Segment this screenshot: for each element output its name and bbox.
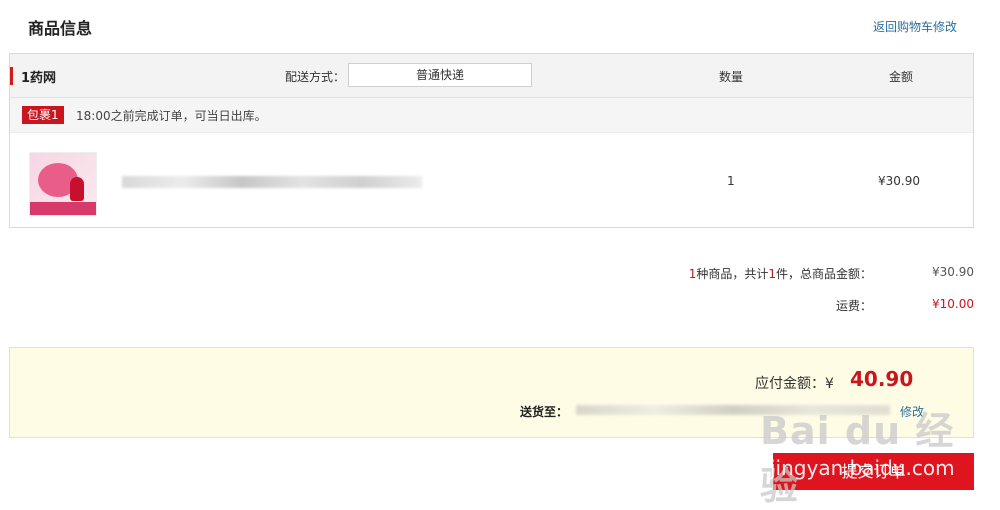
summary-count: 1种商品，共计1件，总商品金额：: [689, 265, 872, 282]
submit-order-button[interactable]: 提交订单: [773, 453, 974, 490]
ship-to-address-obscured: [576, 405, 890, 415]
item-price: ¥30.90: [878, 174, 920, 188]
shipping-method-select[interactable]: 普通快递: [348, 63, 532, 87]
product-image-band: [30, 202, 96, 215]
edit-address-link[interactable]: 修改: [900, 403, 924, 420]
package-badge: 包裹1: [22, 106, 64, 124]
summary-count-tail: 件，总商品金额：: [775, 267, 872, 281]
payable-label: 应付金额：¥: [755, 376, 834, 392]
payable-amount: 40.90: [850, 367, 914, 391]
amount-column-header: 金额: [889, 70, 914, 84]
summary-piece-count: 1: [768, 267, 776, 281]
package-row: 包裹1 18:00之前完成订单，可当日出库。: [10, 98, 973, 133]
order-box-header: 1药网 配送方式： 普通快递 数量 金额: [10, 54, 973, 98]
shipping-method-label: 配送方式：: [285, 70, 346, 84]
product-name-obscured[interactable]: [122, 176, 422, 188]
page-title: 商品信息: [28, 19, 93, 38]
summary-count-mid: 种商品，共计: [696, 267, 769, 281]
order-box: 1药网 配送方式： 普通快递 数量 金额 包裹1 18:00之前完成订单，可当日…: [9, 53, 974, 228]
quantity-column-header: 数量: [719, 70, 744, 84]
item-quantity: 1: [727, 174, 735, 188]
freight-label: 运费：: [835, 299, 872, 313]
product-image-bottle: [70, 177, 84, 201]
store-accent-bar: [10, 67, 13, 85]
summary-total: ¥30.90: [932, 265, 974, 279]
product-image[interactable]: [29, 152, 97, 216]
freight-value: ¥10.00: [932, 297, 974, 311]
payment-box: 应付金额：¥ 40.90 送货至： 修改: [9, 347, 974, 438]
back-to-cart-link[interactable]: 返回购物车修改: [873, 18, 957, 35]
store-name: 1药网: [21, 71, 57, 86]
package-note: 18:00之前完成订单，可当日出库。: [76, 109, 267, 123]
ship-to-label: 送货至：: [520, 405, 569, 419]
